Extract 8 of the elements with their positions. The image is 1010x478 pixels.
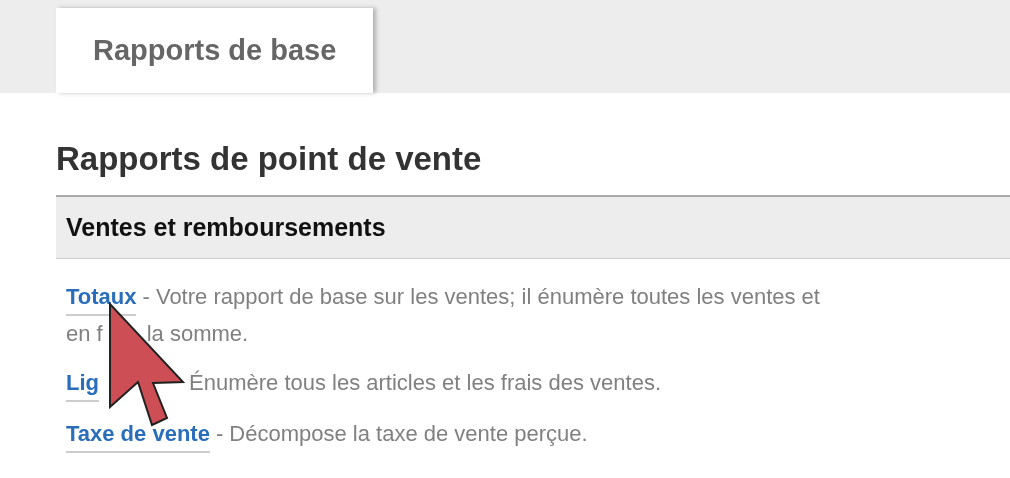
- report-description: en f: [66, 320, 103, 348]
- report-link[interactable]: Lig: [66, 365, 99, 402]
- section-header: Ventes et remboursements: [56, 197, 1010, 259]
- report-description: - Décompose la taxe de vente perçue.: [215, 420, 588, 448]
- report-description: Énumère tous les articles et les frais des ventes.: [189, 369, 661, 397]
- tab[interactable]: Rapports de base: [56, 8, 374, 93]
- report-description: - Votre rapport de base sur les ventes; il énumère toutes les ventes et: [142, 283, 820, 311]
- report-description: la somme.: [146, 320, 249, 348]
